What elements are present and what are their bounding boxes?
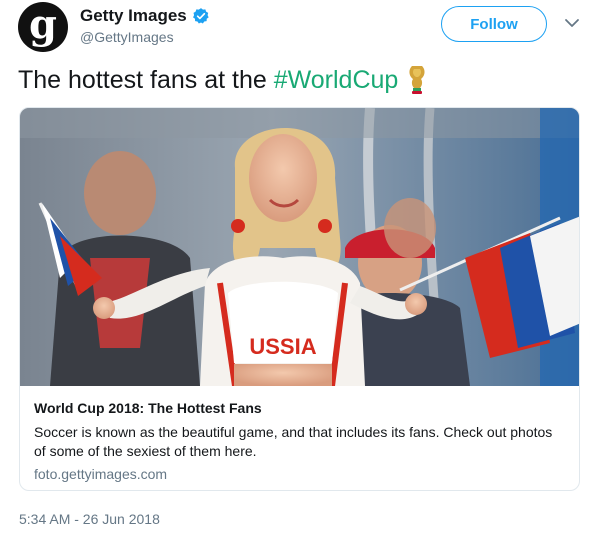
verified-badge-icon	[192, 8, 209, 24]
tweet-text-body: The hottest fans at the	[18, 65, 274, 94]
avatar[interactable]: g	[18, 2, 68, 52]
shirt-text: USSIA	[249, 334, 316, 359]
display-name-text: Getty Images	[80, 6, 187, 25]
card-domain[interactable]: foto.gettyimages.com	[34, 466, 567, 482]
tweet-header: g Getty Images @GettyImages Follow	[0, 0, 600, 60]
avatar-letter: g	[29, 1, 57, 48]
chevron-down-icon[interactable]	[563, 14, 581, 32]
tweet-timestamp[interactable]: 5:34 AM - 26 Jun 2018	[19, 511, 160, 527]
follow-button[interactable]: Follow	[441, 6, 547, 42]
display-name[interactable]: Getty Images	[80, 6, 210, 26]
hashtag-link[interactable]: #WorldCup	[274, 66, 399, 95]
card-title[interactable]: World Cup 2018: The Hottest Fans	[34, 400, 567, 416]
handle[interactable]: @GettyImages	[80, 29, 210, 45]
card-photo[interactable]: USSIA	[20, 108, 580, 386]
world-cup-trophy-icon	[409, 66, 425, 94]
card-description: Soccer is known as the beautiful game, a…	[34, 424, 553, 459]
card-body: World Cup 2018: The Hottest Fans Soccer …	[20, 386, 579, 482]
link-card[interactable]: USSIA World Cup 2018: The Hottest Fans S…	[19, 107, 580, 491]
account-info: Getty Images @GettyImages	[80, 6, 210, 45]
tweet-text: The hottest fans at the #WorldCup	[18, 64, 428, 96]
